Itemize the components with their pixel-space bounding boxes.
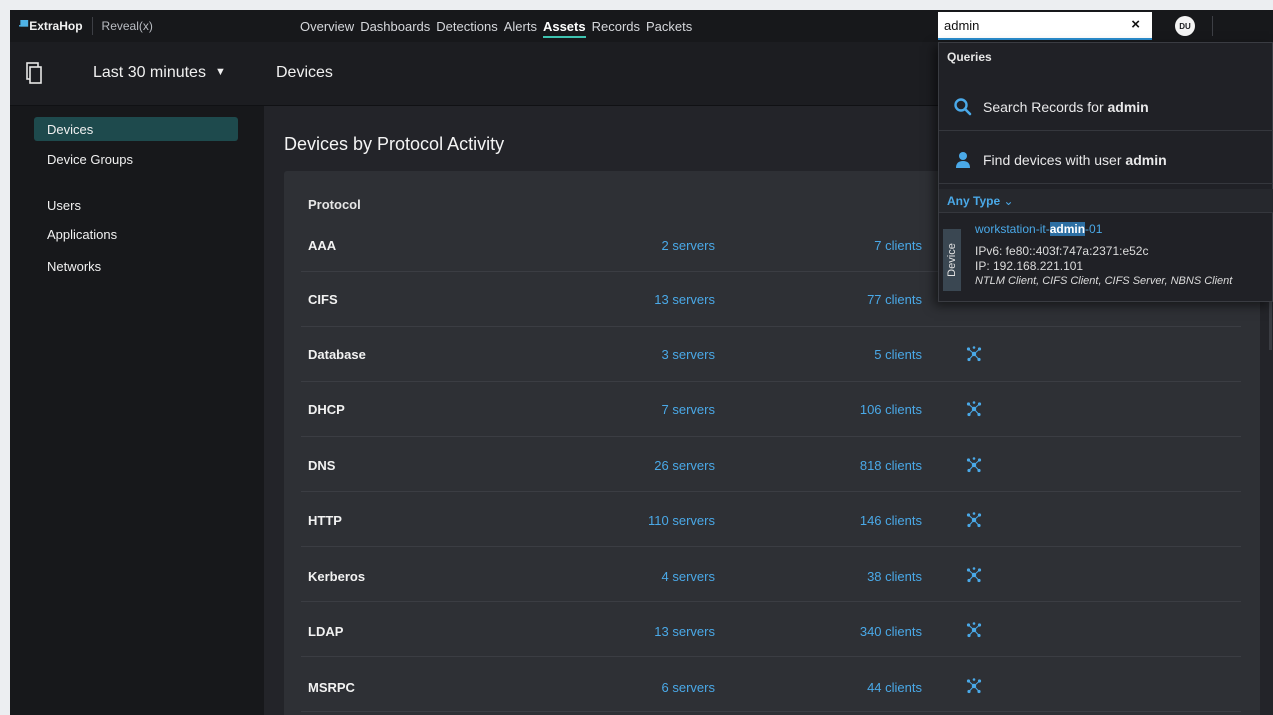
topbar-divider	[1212, 16, 1213, 36]
protocol-name: Kerberos	[308, 569, 366, 584]
brand-divider	[91, 17, 93, 35]
search-input[interactable]	[938, 17, 1118, 33]
global-search: ×	[938, 12, 1152, 40]
chevron-down-icon: ⌄	[1003, 194, 1014, 208]
activity-map-icon[interactable]	[966, 457, 982, 473]
time-range-label: Last 30 minutes	[93, 64, 206, 81]
device-ipv6: IPv6: fe80::403f:747a:2371:e52c	[975, 244, 1149, 258]
servers-link[interactable]: 26 servers	[654, 458, 715, 473]
protocol-name: Database	[308, 347, 366, 362]
clients-link[interactable]: 818 clients	[860, 458, 922, 473]
brand-product: Reveal(x)	[101, 19, 153, 33]
protocol-name: LDAP	[308, 624, 344, 639]
table-row: DHCP 7 servers 106 clients	[301, 382, 1241, 437]
servers-link[interactable]: 110 servers	[648, 513, 715, 528]
device-result[interactable]: Device workstation-it-admin-01 IPv6: fe8…	[939, 215, 1273, 301]
servers-link[interactable]: 3 servers	[662, 347, 715, 362]
sidebar-item-networks[interactable]: Networks	[34, 254, 238, 278]
servers-link[interactable]: 6 servers	[662, 680, 715, 695]
sidebar-item-devices[interactable]: Devices	[34, 117, 238, 141]
protocol-name: DNS	[308, 458, 336, 473]
activity-map-icon[interactable]	[966, 401, 982, 417]
device-name[interactable]: workstation-it-admin-01	[975, 222, 1102, 236]
device-icon	[26, 62, 42, 84]
servers-link[interactable]: 13 servers	[654, 292, 715, 307]
device-roles: NTLM Client, CIFS Client, CIFS Server, N…	[975, 275, 1233, 287]
nav-alerts[interactable]: Alerts	[504, 10, 537, 42]
protocol-name: AAA	[308, 238, 337, 253]
clients-link[interactable]: 77 clients	[867, 292, 922, 307]
sidebar-item-applications[interactable]: Applications	[34, 222, 238, 246]
main-nav: Overview Dashboards Detections Alerts As…	[300, 10, 698, 42]
table-row: DNS 26 servers 818 clients	[301, 437, 1241, 492]
time-range-selector[interactable]: Last 30 minutes ▼	[93, 64, 226, 82]
app-frame: ᐧ▀ ExtraHop Reveal(x) Overview Dashboard…	[10, 10, 1273, 715]
clear-search-icon[interactable]: ×	[1131, 16, 1140, 33]
clients-link[interactable]: 106 clients	[860, 402, 922, 417]
protocol-column-header: Protocol	[308, 197, 361, 212]
section-title: Devices by Protocol Activity	[284, 134, 505, 154]
search-records-query[interactable]: Search Records for admin	[939, 83, 1273, 131]
table-row: Kerberos 4 servers 38 clients	[301, 547, 1241, 602]
queries-header: Queries	[947, 50, 992, 64]
table-row: MSRPC 6 servers 44 clients	[301, 657, 1241, 712]
nav-assets[interactable]: Assets	[542, 10, 586, 42]
sidebar-item-device-groups[interactable]: Device Groups	[34, 147, 238, 171]
user-icon	[956, 151, 970, 168]
servers-link[interactable]: 4 servers	[662, 569, 715, 584]
caret-down-icon: ▼	[214, 66, 226, 78]
activity-map-icon[interactable]	[966, 346, 982, 362]
sidebar: Devices Device Groups Users Applications…	[10, 106, 264, 715]
activity-map-icon[interactable]	[966, 567, 982, 583]
table-row: Database 3 servers 5 clients	[301, 327, 1241, 382]
clients-link[interactable]: 5 clients	[874, 347, 922, 362]
nav-dashboards[interactable]: Dashboards	[360, 10, 430, 42]
brand-name: ExtraHop	[29, 19, 83, 33]
protocol-name: DHCP	[308, 402, 345, 417]
clients-link[interactable]: 340 clients	[860, 624, 922, 639]
clients-link[interactable]: 7 clients	[874, 238, 922, 253]
nav-packets[interactable]: Packets	[646, 10, 692, 42]
nav-overview[interactable]: Overview	[300, 10, 354, 42]
device-ip: IP: 192.168.221.101	[975, 259, 1084, 273]
sidebar-item-users[interactable]: Users	[34, 193, 238, 217]
activity-map-icon[interactable]	[966, 512, 982, 528]
brand[interactable]: ᐧ▀ ExtraHop Reveal(x)	[10, 17, 300, 35]
page-title: Devices	[276, 64, 333, 81]
query-text: Search Records for admin	[983, 98, 1149, 115]
protocol-name: HTTP	[308, 513, 342, 528]
clients-link[interactable]: 44 clients	[867, 680, 922, 695]
table-row: LDAP 13 servers 340 clients	[301, 602, 1241, 657]
user-avatar[interactable]: DU	[1175, 16, 1195, 36]
activity-map-icon[interactable]	[966, 622, 982, 638]
nav-records[interactable]: Records	[592, 10, 640, 42]
extrahop-logo-icon: ᐧ▀	[18, 20, 28, 33]
protocol-name: CIFS	[308, 292, 338, 307]
query-text: Find devices with user admin	[983, 151, 1167, 168]
nav-detections[interactable]: Detections	[436, 10, 497, 42]
type-filter-dropdown[interactable]: Any Type ⌄	[947, 194, 1014, 208]
servers-link[interactable]: 2 servers	[662, 238, 715, 253]
result-category-label: Device	[943, 229, 961, 291]
clients-link[interactable]: 38 clients	[867, 569, 922, 584]
activity-map-icon[interactable]	[966, 678, 982, 694]
servers-link[interactable]: 7 servers	[662, 402, 715, 417]
clients-link[interactable]: 146 clients	[860, 513, 922, 528]
servers-link[interactable]: 13 servers	[654, 624, 715, 639]
top-navigation-bar: ᐧ▀ ExtraHop Reveal(x) Overview Dashboard…	[10, 10, 1273, 42]
search-icon	[954, 97, 972, 115]
find-devices-query[interactable]: Find devices with user admin	[939, 136, 1273, 184]
search-suggestions-dropdown: Queries Search Records for admin Find de…	[938, 42, 1273, 302]
protocol-name: MSRPC	[308, 680, 355, 695]
table-row: HTTP 110 servers 146 clients	[301, 492, 1241, 547]
